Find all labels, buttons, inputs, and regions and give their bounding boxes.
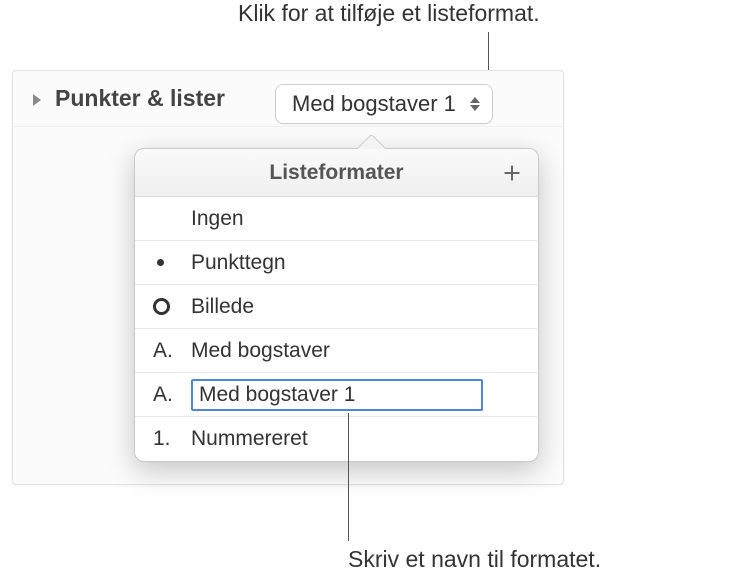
- popover-header: Listeformater: [135, 149, 538, 197]
- row-marker-bullet: [153, 259, 191, 266]
- list-item[interactable]: Ingen: [135, 197, 538, 241]
- list-format-dropdown[interactable]: Med bogstaver 1: [275, 84, 493, 124]
- row-marker-circle: [153, 298, 191, 315]
- callout-name-format: Skriv et navn til formatet.: [348, 546, 601, 573]
- list-item[interactable]: A. Med bogstaver: [135, 329, 538, 373]
- list-item[interactable]: 1. Nummereret: [135, 417, 538, 461]
- plus-icon: [502, 163, 522, 183]
- list-item-label: Nummereret: [191, 427, 538, 451]
- callout-line-bottom: [348, 413, 349, 541]
- add-format-button[interactable]: [498, 159, 526, 187]
- row-marker-letter: A.: [153, 383, 191, 407]
- list-item[interactable]: Punkttegn: [135, 241, 538, 285]
- list-item[interactable]: Billede: [135, 285, 538, 329]
- stepper-icon: [470, 97, 480, 111]
- list-item-label: Punkttegn: [191, 251, 538, 275]
- row-marker-letter: A.: [153, 339, 191, 363]
- callout-add-format: Klik for at tilføje et listeformat.: [238, 0, 540, 27]
- list-item-label: Ingen: [191, 207, 538, 231]
- popover-title: Listeformater: [269, 161, 403, 185]
- dropdown-value: Med bogstaver 1: [292, 91, 456, 117]
- list-item-editing[interactable]: A.: [135, 373, 538, 417]
- row-marker-number: 1.: [153, 427, 191, 451]
- disclosure-triangle-icon[interactable]: [33, 94, 41, 106]
- format-name-input[interactable]: [191, 379, 483, 411]
- list-formats-popover: Listeformater Ingen Punkttegn Billede A.…: [134, 148, 539, 462]
- section-label: Punkter & lister: [55, 85, 225, 112]
- list-item-label: Med bogstaver: [191, 339, 538, 363]
- bullet-icon: [157, 259, 164, 266]
- circle-icon: [153, 298, 170, 315]
- list-item-label: Billede: [191, 295, 538, 319]
